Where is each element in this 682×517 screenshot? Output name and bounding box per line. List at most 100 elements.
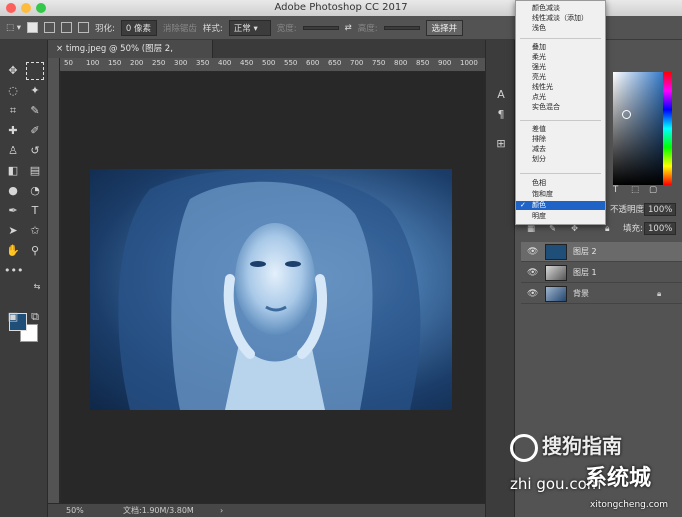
blend-menu-item[interactable]: 线性光 xyxy=(516,83,605,92)
opacity-label: 不透明度: xyxy=(610,205,647,215)
move-tool-icon[interactable]: ✥ xyxy=(4,62,22,80)
gradient-tool-icon[interactable]: ▤ xyxy=(26,162,44,180)
ruler-label: 550 xyxy=(284,59,298,67)
blend-menu-item[interactable]: 排除 xyxy=(516,135,605,144)
type-filter-icon[interactable]: T xyxy=(613,180,618,200)
ruler-label: 300 xyxy=(174,59,188,67)
hand-tool-icon[interactable]: ✋ xyxy=(4,242,22,260)
horizontal-ruler: 50 100 150 200 250 300 350 400 450 500 5… xyxy=(60,58,485,72)
blend-menu-item[interactable]: 差值 xyxy=(516,125,605,134)
add-selection-icon[interactable] xyxy=(44,22,55,33)
minimize-window-button[interactable] xyxy=(21,3,31,13)
blend-menu-item[interactable]: 减去 xyxy=(516,145,605,154)
fill-input[interactable]: 100% xyxy=(644,222,677,235)
feather-label: 羽化: xyxy=(95,23,115,34)
blur-tool-icon[interactable]: ● xyxy=(4,182,22,200)
character-panel-icon[interactable]: A xyxy=(493,87,509,103)
paragraph-panel-icon[interactable]: ¶ xyxy=(493,107,509,123)
style-select[interactable]: 正常 ▾ xyxy=(228,19,271,36)
dodge-tool-icon[interactable]: ◔ xyxy=(26,182,44,200)
shape-filter-icon[interactable]: ⬚ xyxy=(631,180,639,200)
blend-menu-item[interactable]: 亮光 xyxy=(516,73,605,82)
status-menu-icon[interactable]: › xyxy=(220,504,223,517)
blend-menu-item[interactable]: 饱和度 xyxy=(516,190,605,199)
ruler-label: 350 xyxy=(196,59,210,67)
blend-menu-item-selected[interactable]: ✓ 颜色 xyxy=(516,201,605,210)
blend-menu-item[interactable]: 强光 xyxy=(516,63,605,72)
new-selection-icon[interactable] xyxy=(27,22,38,33)
path-selection-icon[interactable]: ➤ xyxy=(4,222,22,240)
ruler-label: 200 xyxy=(130,59,144,67)
ruler-label: 850 xyxy=(416,59,430,67)
shape-tool-icon[interactable]: ✩ xyxy=(26,222,44,240)
blend-menu-item[interactable]: 柔光 xyxy=(516,53,605,62)
tab-close-icon[interactable]: × xyxy=(56,44,66,54)
close-window-button[interactable] xyxy=(6,3,16,13)
layer-row[interactable]: 👁︎ 图层 1 xyxy=(521,263,682,283)
tab-bar-empty xyxy=(213,40,485,58)
ruler-label: 100 xyxy=(86,59,100,67)
layer-name[interactable]: 图层 2 xyxy=(573,242,597,262)
color-picker-ring[interactable] xyxy=(622,110,631,119)
menu-separator xyxy=(520,120,601,121)
feather-input[interactable]: 0 像素 xyxy=(120,19,157,36)
tools-panel: ✥ ◌ ✦ ⌗ ✎ ✚ ✐ ♙ ↺ ◧ ▤ ● ◔ ✒ T ➤ ✩ ✋ ⚲ ••… xyxy=(0,40,48,517)
blend-menu-item[interactable]: 叠加 xyxy=(516,43,605,52)
zoom-level[interactable]: 50% xyxy=(66,504,84,517)
blend-menu-item[interactable]: 实色混合 xyxy=(516,103,605,112)
clone-stamp-icon[interactable]: ♙ xyxy=(4,142,22,160)
blend-menu-item[interactable]: 划分 xyxy=(516,155,605,164)
layer-row[interactable]: 👁︎ 图层 2 xyxy=(521,242,682,262)
antialias-checkbox[interactable]: 消除锯齿 xyxy=(163,22,197,34)
blend-menu-item[interactable]: 色相 xyxy=(516,179,605,188)
more-tools-icon[interactable]: ••• xyxy=(4,262,23,280)
crop-tool-icon[interactable]: ⌗ xyxy=(4,102,22,120)
status-bar: 50% 文档:1.90M/3.80M › xyxy=(48,503,485,517)
brush-tool-icon[interactable]: ✐ xyxy=(26,122,44,140)
swap-colors-icon[interactable]: ⇆ xyxy=(28,278,46,296)
zoom-tool-icon[interactable]: ⚲ xyxy=(26,242,44,260)
pen-tool-icon[interactable]: ✒ xyxy=(4,202,22,220)
intersect-selection-icon[interactable] xyxy=(78,22,89,33)
magic-wand-icon[interactable]: ✦ xyxy=(26,82,44,100)
properties-panel-icon[interactable]: ⊞ xyxy=(493,136,509,152)
width-input[interactable] xyxy=(302,25,339,30)
portrait-photo xyxy=(118,170,421,410)
blend-menu-item[interactable]: 颜色减淡 xyxy=(516,4,605,13)
select-and-mask-button[interactable]: 选择并 xyxy=(425,19,464,36)
screen-mode-icon[interactable]: ⧉ xyxy=(26,308,44,326)
blend-menu-item[interactable]: 点光 xyxy=(516,93,605,102)
layer-row[interactable]: 👁︎ 背景 🔒︎ xyxy=(521,284,682,304)
zoom-window-button[interactable] xyxy=(36,3,46,13)
xitongcheng-watermark: 系统城 xyxy=(585,460,651,492)
lasso-tool-icon[interactable]: ◌ xyxy=(4,82,22,100)
eraser-tool-icon[interactable]: ◧ xyxy=(4,162,22,180)
sogou-watermark: 搜狗指南 xyxy=(510,428,660,464)
blend-menu-item[interactable]: 线性减淡（添加） xyxy=(516,14,605,23)
marquee-tool-icon[interactable] xyxy=(26,62,44,80)
watermark-site: xitongcheng.com xyxy=(590,500,668,510)
layer-name[interactable]: 背景 xyxy=(573,284,589,304)
smart-object-filter-icon[interactable]: ▢ xyxy=(649,180,657,200)
ruler-label: 1000 xyxy=(460,59,478,67)
quick-mask-icon[interactable]: ▣ xyxy=(4,308,22,326)
visibility-eye-icon[interactable]: 👁︎ xyxy=(527,263,538,283)
eyedropper-icon[interactable]: ✎ xyxy=(26,102,44,120)
visibility-eye-icon[interactable]: 👁︎ xyxy=(527,284,538,304)
blend-mode-menu: 颜色减淡 线性减淡（添加） 浅色 叠加 柔光 强光 亮光 线性光 点光 实色混合… xyxy=(515,0,606,225)
document-tab[interactable]: × timg.jpeg @ 50% (图层 2, RGB/8#) * xyxy=(48,40,213,72)
marquee-preset-icon[interactable]: ⬚ ▾ xyxy=(6,23,21,33)
opacity-input[interactable]: 100% xyxy=(644,203,677,216)
type-tool-icon[interactable]: T xyxy=(26,202,44,220)
history-brush-icon[interactable]: ↺ xyxy=(26,142,44,160)
height-input[interactable] xyxy=(383,25,420,30)
hue-slider[interactable] xyxy=(663,72,672,185)
layer-name[interactable]: 图层 1 xyxy=(573,263,597,283)
healing-brush-icon[interactable]: ✚ xyxy=(4,122,22,140)
blend-menu-item[interactable]: 浅色 xyxy=(516,24,605,33)
document-image[interactable] xyxy=(90,169,452,410)
swap-dimensions-icon[interactable]: ⇄ xyxy=(345,23,352,33)
subtract-selection-icon[interactable] xyxy=(61,22,72,33)
blend-menu-item[interactable]: 明度 xyxy=(516,212,605,221)
visibility-eye-icon[interactable]: 👁︎ xyxy=(527,242,538,262)
